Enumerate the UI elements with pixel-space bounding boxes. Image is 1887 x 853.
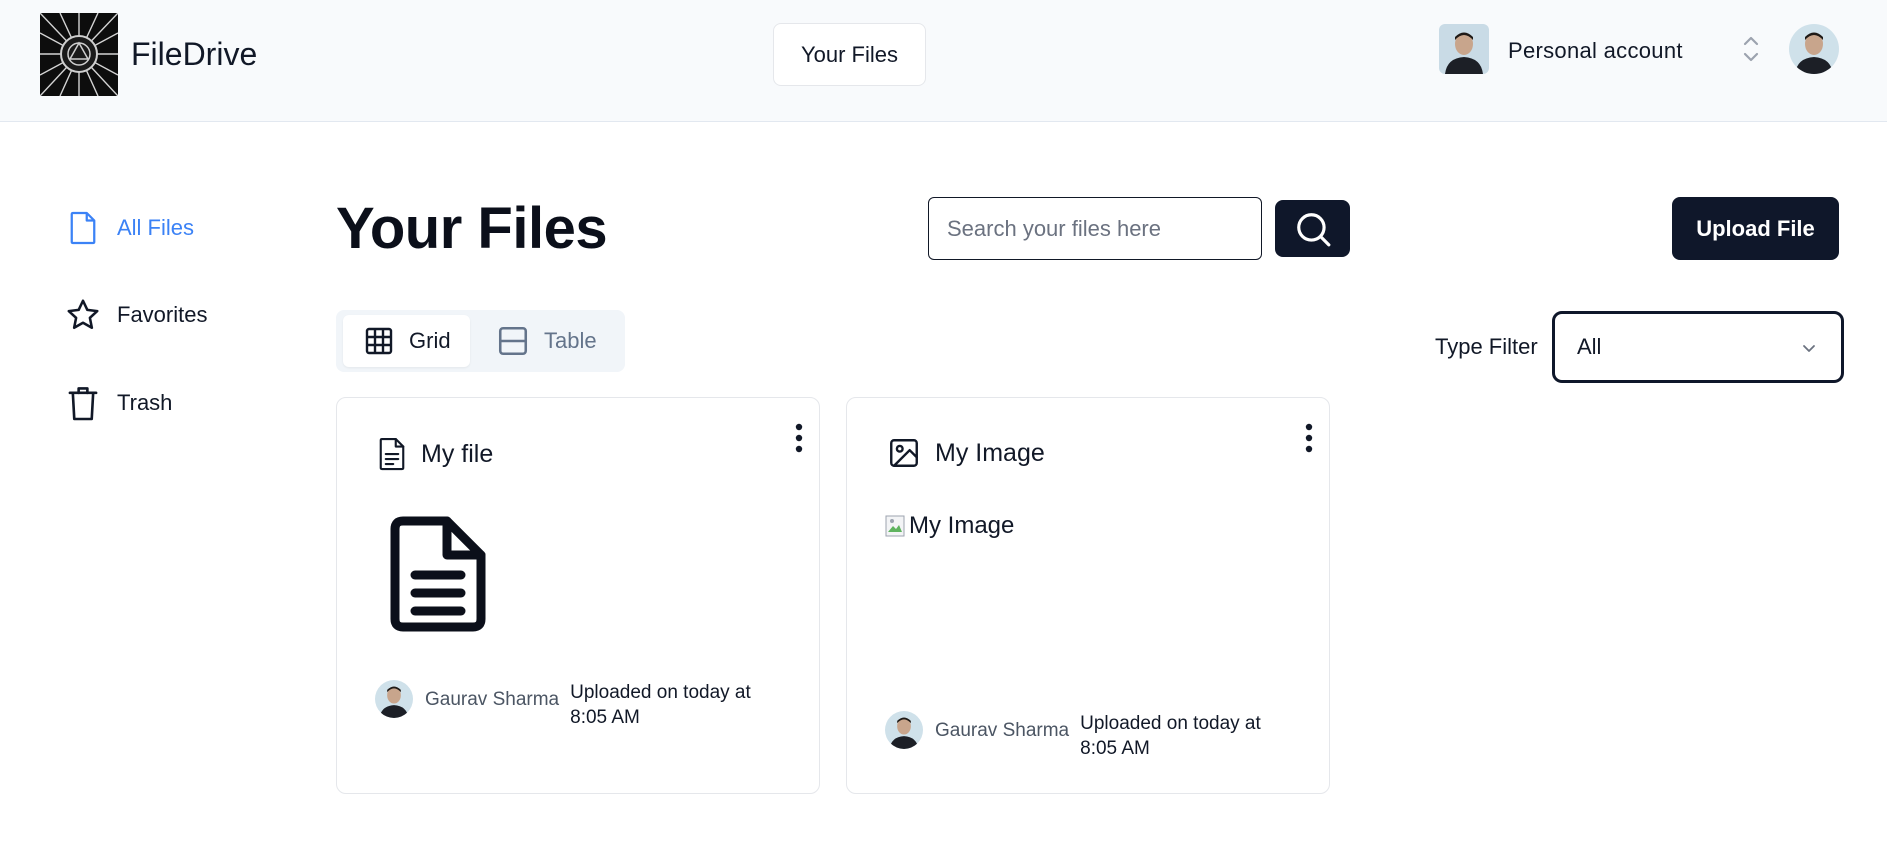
- tab-table[interactable]: Table: [488, 315, 618, 367]
- brand-name: FileDrive: [131, 36, 258, 72]
- file-text-icon: [389, 515, 487, 638]
- file-icon: [65, 209, 101, 247]
- type-filter-value: All: [1577, 334, 1602, 359]
- type-filter-select[interactable]: All: [1552, 311, 1844, 383]
- your-files-nav-button[interactable]: Your Files: [773, 23, 926, 86]
- account-switcher-label[interactable]: Personal account: [1508, 38, 1683, 64]
- chevron-up-down-icon[interactable]: [1741, 32, 1761, 66]
- avatar: [885, 711, 923, 749]
- file-card-title: My Image: [887, 436, 1045, 470]
- uploader-name: Gaurav Sharma: [935, 720, 1070, 741]
- sidebar-item-label: All Files: [117, 215, 195, 240]
- file-card-title: My file: [377, 436, 493, 472]
- app-header: FileDrive Your Files Personal account: [0, 0, 1887, 122]
- type-filter-label: Type Filter: [1435, 334, 1538, 359]
- user-avatar[interactable]: [1789, 24, 1839, 74]
- tab-label: Grid: [409, 328, 451, 353]
- sidebar-item-favorites[interactable]: Favorites: [65, 296, 207, 334]
- search-button[interactable]: [1275, 200, 1350, 257]
- file-name: My file: [421, 439, 494, 468]
- image-icon: [887, 436, 921, 470]
- more-options-icon[interactable]: [1299, 422, 1319, 458]
- avatar: [375, 680, 413, 718]
- upload-file-button[interactable]: Upload File: [1672, 197, 1839, 260]
- sidebar-item-trash[interactable]: Trash: [65, 384, 172, 422]
- image-alt-text: My Image: [909, 512, 1015, 539]
- star-icon: [65, 296, 101, 334]
- sidebar-item-all-files[interactable]: All Files: [65, 209, 194, 247]
- trash-icon: [65, 384, 101, 422]
- search-icon: [1296, 212, 1330, 246]
- file-text-icon: [377, 436, 407, 472]
- more-options-icon[interactable]: [789, 422, 809, 458]
- tab-label: Table: [544, 328, 597, 353]
- tab-grid[interactable]: Grid: [343, 315, 470, 367]
- page-title: Your Files: [336, 196, 608, 261]
- view-tabs: Grid Table: [336, 310, 625, 372]
- search-input[interactable]: [928, 197, 1262, 260]
- brand-logo[interactable]: [40, 13, 118, 96]
- file-card[interactable]: My Image My Image Gaurav Sharma Uploaded…: [846, 397, 1330, 794]
- image-preview: My Image: [885, 512, 1014, 540]
- file-card-footer: Gaurav Sharma Uploaded on today at 8:05 …: [885, 711, 1280, 761]
- rows-icon: [496, 324, 530, 358]
- chevron-down-icon: [1803, 345, 1815, 352]
- grid-icon: [363, 325, 395, 357]
- upload-date: Uploaded on today at 8:05 AM: [570, 682, 751, 728]
- upload-date: Uploaded on today at 8:05 AM: [1080, 713, 1261, 759]
- sidebar-item-label: Trash: [117, 390, 173, 415]
- account-avatar[interactable]: [1439, 24, 1489, 74]
- file-name: My Image: [935, 438, 1045, 467]
- uploader-name: Gaurav Sharma: [425, 689, 560, 710]
- file-card[interactable]: My file Gaurav Sharma Uploaded on today …: [336, 397, 820, 794]
- broken-image-icon: [885, 515, 905, 537]
- sidebar-item-label: Favorites: [117, 302, 208, 327]
- file-card-footer: Gaurav Sharma Uploaded on today at 8:05 …: [375, 680, 770, 730]
